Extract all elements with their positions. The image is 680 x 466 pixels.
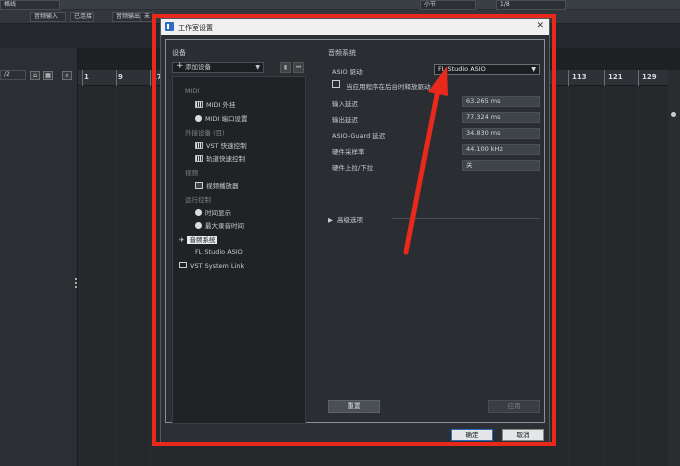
arrow-annotation-icon: [403, 66, 448, 255]
